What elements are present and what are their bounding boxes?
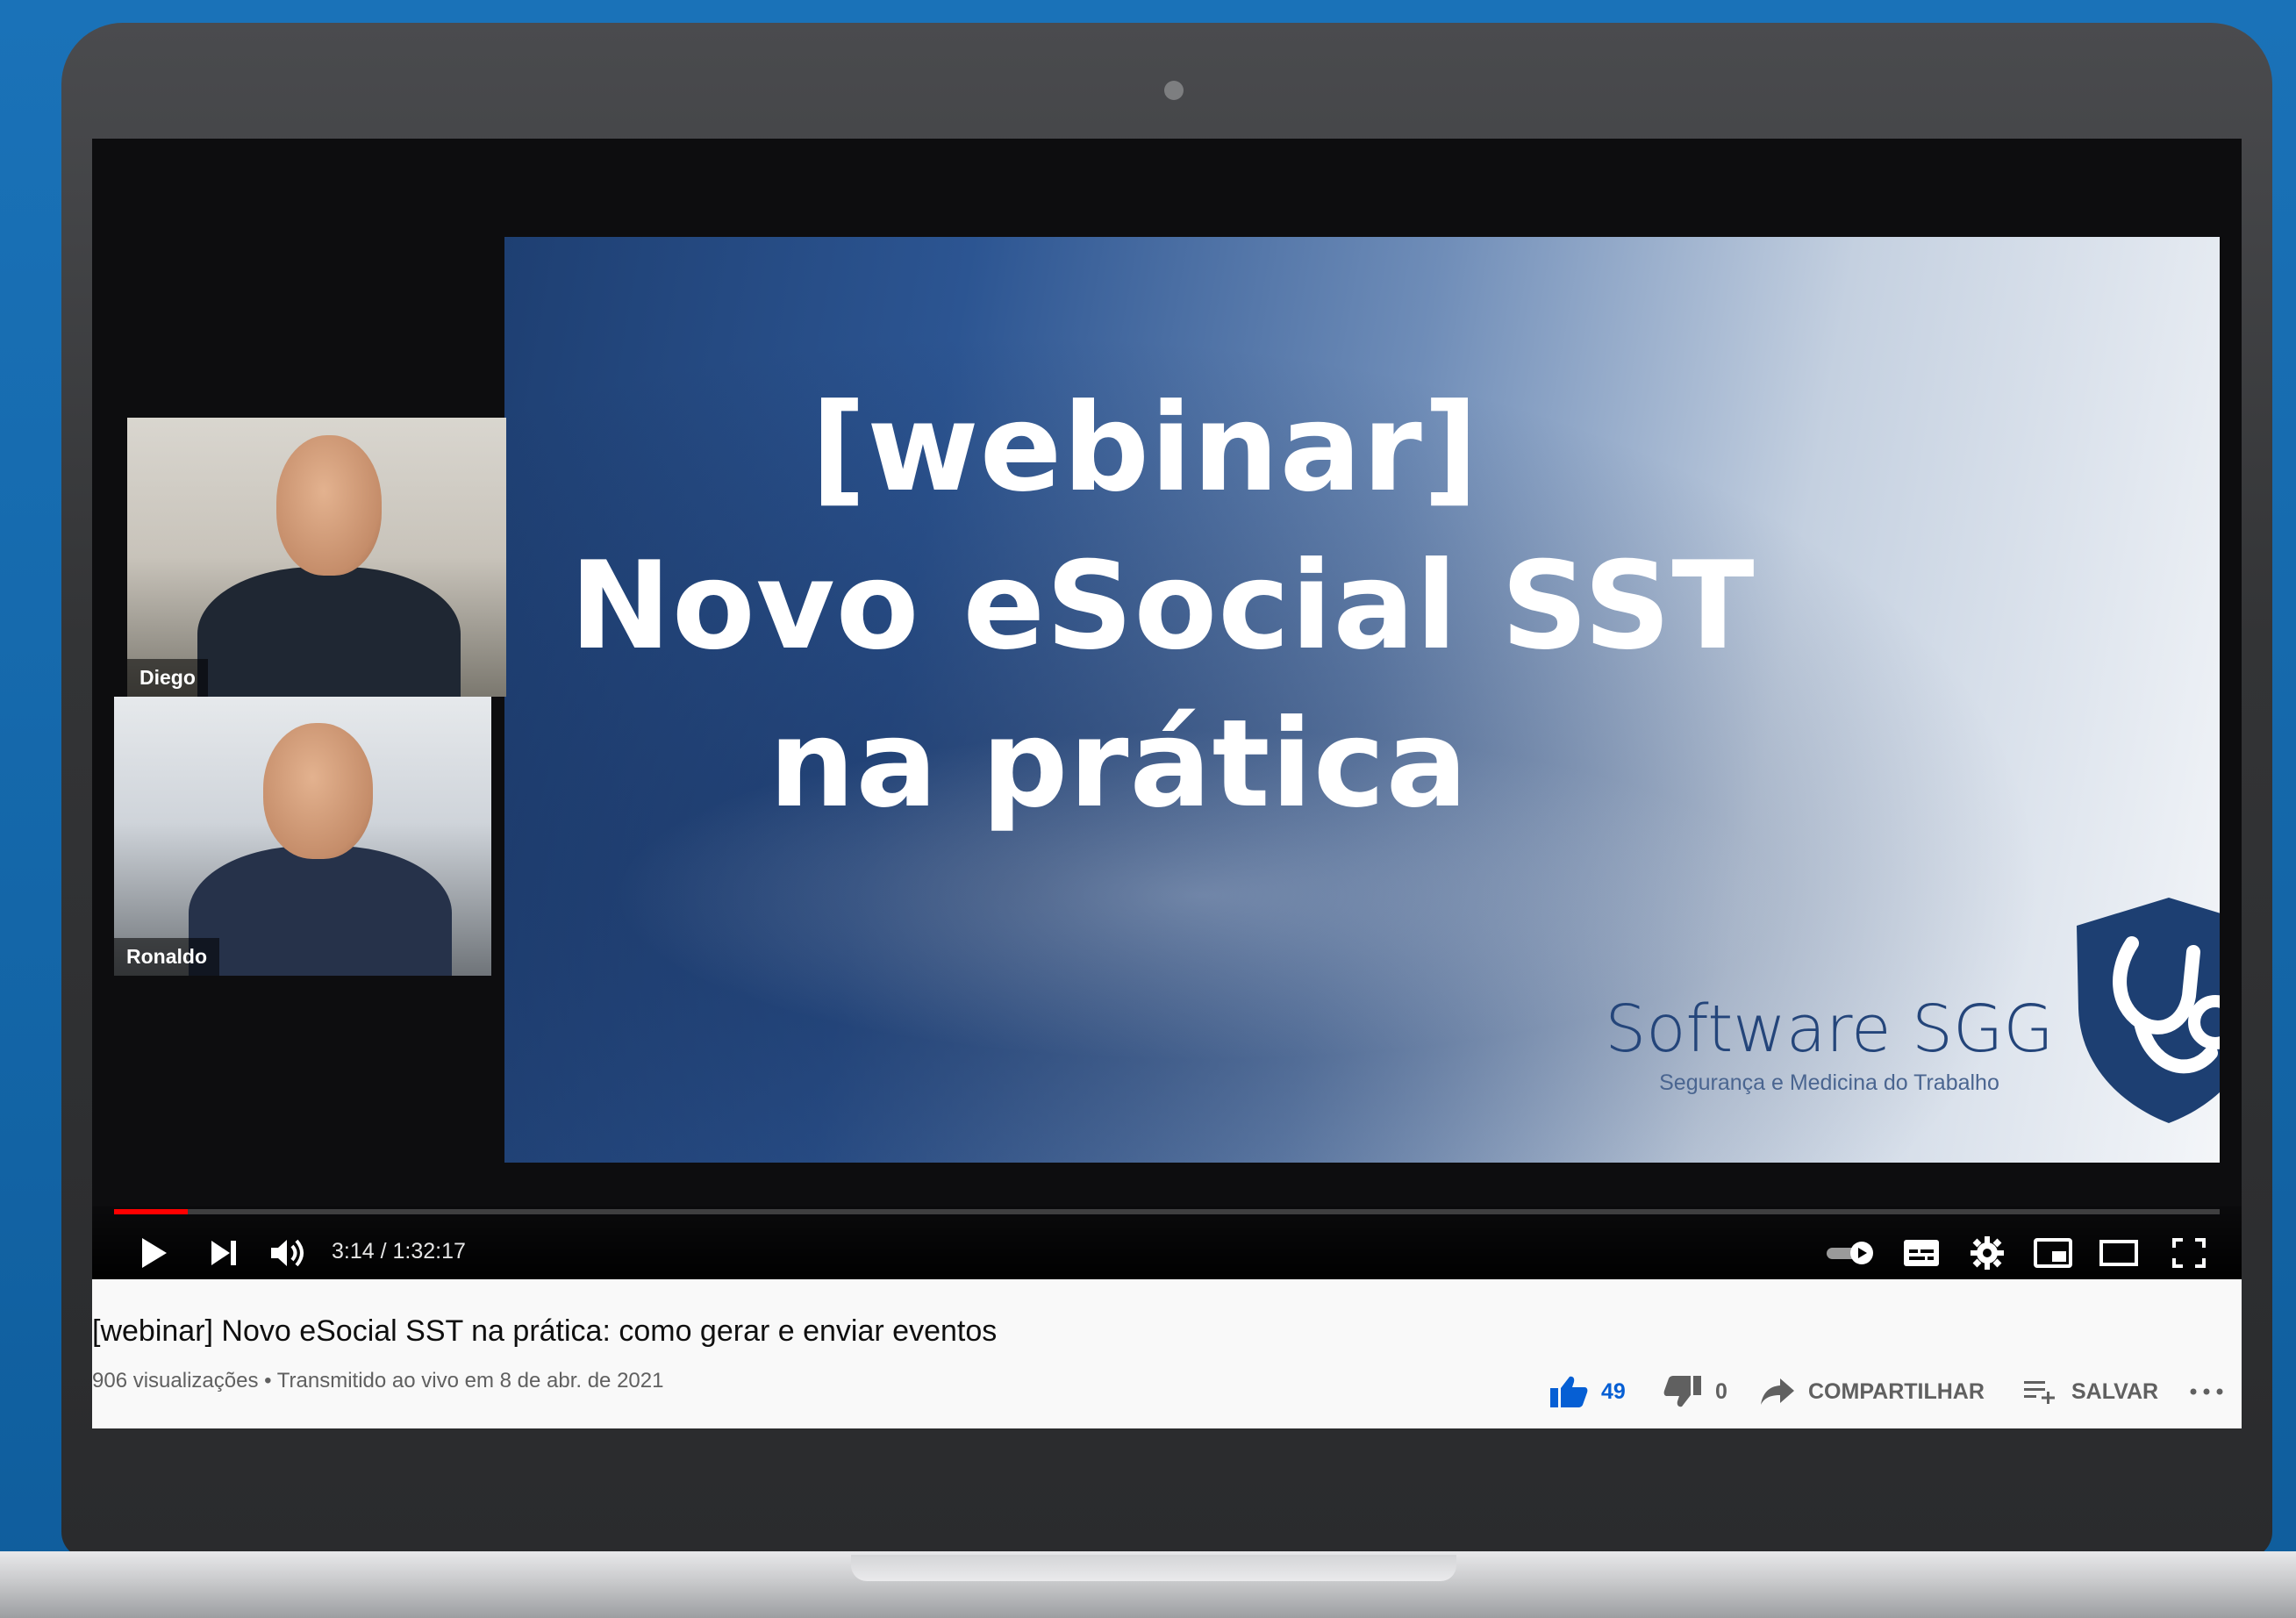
brand-tagline: Segurança e Medicina do Trabalho — [1659, 1070, 1999, 1095]
miniplayer-icon — [2034, 1238, 2072, 1268]
playlist-add-icon — [2022, 1378, 2059, 1406]
next-button[interactable] — [202, 1234, 246, 1272]
video-info-bar: [webinar] Novo eSocial SST na prática: c… — [92, 1279, 2242, 1428]
theater-mode-icon — [2099, 1240, 2138, 1266]
progress-bar[interactable] — [114, 1209, 2220, 1214]
autoplay-toggle[interactable] — [1820, 1234, 1882, 1272]
webcam-tile-ronaldo: Ronaldo — [114, 697, 491, 976]
next-icon — [211, 1241, 236, 1265]
gear-icon — [1971, 1236, 2004, 1270]
progress-fill — [114, 1209, 188, 1214]
dislike-count: 0 — [1715, 1378, 1727, 1404]
webinar-slide: [webinar] Novo eSocial SST na prática So… — [504, 237, 2220, 1163]
participant-name: Ronaldo — [114, 938, 219, 976]
play-button[interactable] — [132, 1234, 175, 1272]
duration: 1:32:17 — [392, 1239, 466, 1264]
person-body — [189, 846, 452, 976]
save-button[interactable]: SALVAR — [2022, 1374, 2158, 1409]
video-title: [webinar] Novo eSocial SST na prática: c… — [92, 1314, 998, 1348]
more-horizontal-icon — [2190, 1388, 2223, 1395]
person-body — [197, 567, 461, 697]
webcam-tile-diego: Diego — [127, 418, 506, 697]
volume-button[interactable] — [263, 1234, 316, 1272]
laptop-camera — [1164, 81, 1184, 100]
video-player[interactable]: [webinar] Novo eSocial SST na prática So… — [92, 139, 2242, 1281]
dislike-button[interactable]: 0 — [1663, 1374, 1727, 1409]
share-arrow-icon — [1759, 1377, 1796, 1407]
play-icon — [142, 1238, 167, 1268]
subtitles-button[interactable] — [1895, 1234, 1948, 1272]
like-count: 49 — [1601, 1378, 1626, 1404]
view-count: 906 visualizações — [92, 1369, 259, 1392]
time-display: 3:14 / 1:32:17 — [332, 1239, 466, 1264]
brand-name: Software SGG — [1605, 992, 2054, 1067]
share-label: COMPARTILHAR — [1808, 1378, 1985, 1404]
volume-icon — [271, 1239, 304, 1267]
like-button[interactable]: 49 — [1549, 1374, 1626, 1409]
stream-date: Transmitido ao vivo em 8 de abr. de 2021 — [276, 1369, 664, 1392]
share-button[interactable]: COMPARTILHAR — [1759, 1374, 1985, 1409]
thumbs-down-icon — [1663, 1374, 1703, 1409]
more-actions-button[interactable] — [2189, 1374, 2224, 1409]
time-separator: / — [374, 1239, 393, 1264]
fullscreen-icon — [2172, 1238, 2206, 1268]
thumbs-up-icon — [1549, 1374, 1589, 1409]
settings-button[interactable] — [1961, 1234, 2013, 1272]
screen: [webinar] Novo eSocial SST na prática So… — [92, 139, 2242, 1428]
person-head — [276, 435, 382, 576]
person-head — [263, 723, 373, 859]
video-meta: 906 visualizações • Transmitido ao vivo … — [92, 1369, 663, 1393]
slide-title-line-2: Novo eSocial SST — [569, 535, 1756, 677]
slide-title-line-3: na prática — [769, 693, 1469, 834]
slide-title-line-1: [webinar] — [811, 377, 1479, 519]
participant-name: Diego — [127, 659, 208, 697]
brand-logo-text: Software SGG Segurança e Medicina do Tra… — [1601, 992, 2057, 1096]
theater-mode-button[interactable] — [2092, 1234, 2145, 1272]
save-label: SALVAR — [2071, 1378, 2159, 1404]
subtitles-icon — [1904, 1240, 1939, 1266]
laptop-base-notch — [851, 1555, 1456, 1581]
miniplayer-button[interactable] — [2027, 1234, 2079, 1272]
meta-separator: • — [258, 1369, 277, 1392]
current-time: 3:14 — [332, 1239, 375, 1264]
autoplay-toggle-icon — [1827, 1242, 1873, 1264]
fullscreen-button[interactable] — [2163, 1234, 2215, 1272]
shield-stethoscope-icon — [2077, 898, 2220, 1123]
